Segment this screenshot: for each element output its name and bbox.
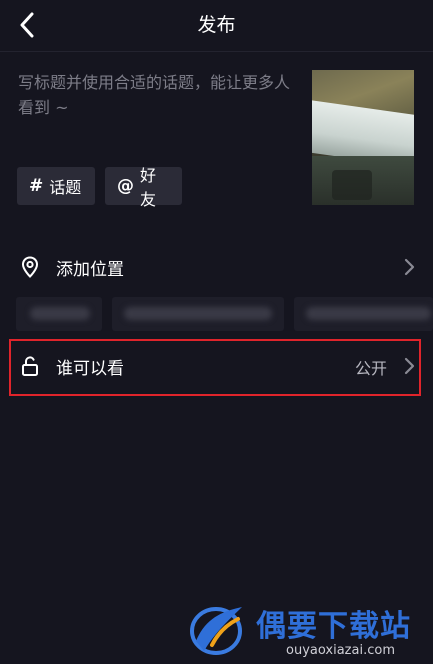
caption-input[interactable]: 写标题并使用合适的话题，能让更多人看到 ~ [18,70,303,120]
hashtag-icon: # [29,176,44,196]
at-icon: @ [117,176,134,196]
watermark-brand: 偶要下载站 [256,609,411,644]
highlight-box [9,339,421,396]
location-suggestion[interactable] [294,297,433,331]
site-logo-icon [190,607,242,655]
location-suggestion[interactable] [112,297,284,331]
chevron-right-icon [404,258,415,276]
mention-friend-label: 好友 [140,166,157,209]
video-thumbnail[interactable] [312,70,414,205]
page-title: 发布 [197,14,236,36]
topic-tag-button[interactable]: # 话题 [17,167,95,205]
watermark: 偶要下载站 ouyaoxiazai.com [186,597,426,663]
watermark-url: ouyaoxiazai.com [286,643,395,658]
topic-tag-label: 话题 [49,178,82,197]
top-bar: 发布 [0,0,433,50]
location-suggestion[interactable] [16,297,102,331]
add-location-row[interactable]: 添加位置 [0,243,433,291]
mention-friend-button[interactable]: @ 好友 [105,166,182,209]
location-pin-icon [21,256,39,278]
add-location-label: 添加位置 [56,260,124,280]
header-divider [0,51,433,52]
